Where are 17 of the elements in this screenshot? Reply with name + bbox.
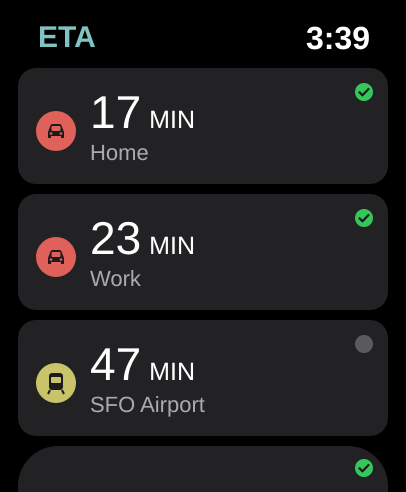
destination-card[interactable]: 47 MIN SFO Airport (18, 320, 388, 436)
destination-card[interactable]: 17 MIN Home (18, 68, 388, 184)
car-icon (36, 237, 76, 277)
destination-name: Work (90, 266, 142, 292)
eta-unit: MIN (149, 358, 195, 387)
eta-unit: MIN (149, 232, 195, 261)
car-icon (36, 111, 76, 151)
clock-time: 3:39 (306, 20, 370, 56)
destination-card[interactable]: 23 MIN Work (18, 194, 388, 310)
app-title: ETA (38, 21, 96, 55)
eta-minutes: 17 (90, 86, 142, 138)
destination-name: SFO Airport (90, 392, 205, 418)
destination-name: Home (90, 140, 150, 166)
eta-minutes: 47 (90, 338, 142, 390)
train-icon (36, 363, 76, 403)
eta-minutes: 23 (90, 212, 142, 264)
eta-unit: MIN (149, 106, 195, 135)
